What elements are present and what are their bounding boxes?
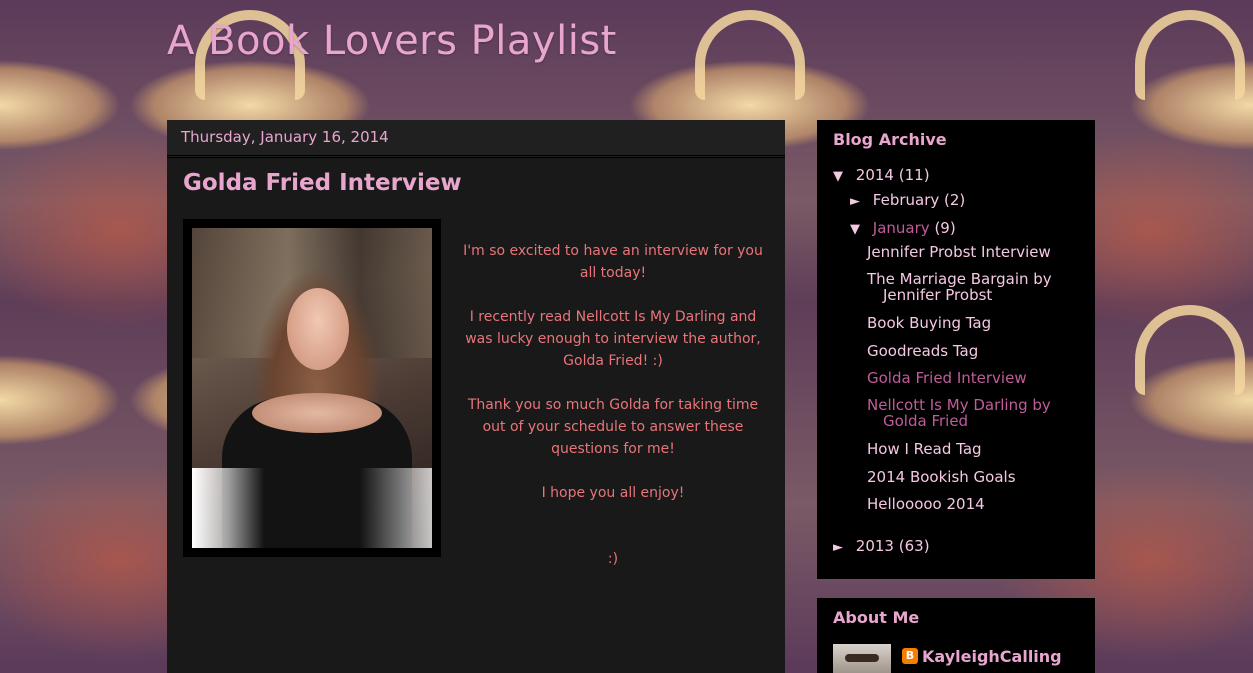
archive-count: (11) — [898, 166, 930, 184]
archive-year-2014[interactable]: ▼ 2014 (11) — [833, 166, 930, 184]
post-paragraph: I'm so excited to have an interview for … — [463, 243, 763, 281]
post-title[interactable]: Golda Fried Interview — [183, 170, 462, 196]
collapse-arrow-icon[interactable]: ▼ — [850, 222, 868, 237]
expand-arrow-icon[interactable]: ► — [850, 194, 868, 209]
archive-post-title[interactable]: Golda Fried Interview — [867, 369, 1027, 387]
post-body: I'm so excited to have an interview for … — [457, 240, 769, 592]
collapse-arrow-icon[interactable]: ▼ — [833, 169, 851, 184]
archive-post-link[interactable]: Nellcott Is My Darling by Golda Fried — [867, 397, 1067, 429]
archive-post-link[interactable]: Hellooooo 2014 — [867, 496, 1067, 512]
post-date: Thursday, January 16, 2014 — [167, 120, 785, 158]
archive-post-link[interactable]: Book Buying Tag — [867, 315, 1067, 331]
archive-month-label[interactable]: January — [873, 219, 930, 237]
archive-month-label[interactable]: February — [873, 191, 939, 209]
archive-year-label[interactable]: 2013 — [856, 537, 894, 555]
post-paragraph: Thank you so much Golda for taking time … — [467, 397, 759, 457]
archive-post-link[interactable]: 2014 Bookish Goals — [867, 469, 1067, 485]
author-photo-frame — [183, 219, 441, 557]
profile-name-link[interactable]: KayleighCalling — [922, 647, 1062, 666]
archive-year-2013[interactable]: ► 2013 (63) — [833, 537, 930, 555]
archive-post-title[interactable]: Book Buying Tag — [867, 314, 991, 332]
archive-post-link-current[interactable]: Golda Fried Interview — [867, 370, 1067, 386]
author-photo[interactable] — [192, 228, 432, 548]
archive-post-title-wrap[interactable]: Jennifer Probst — [867, 287, 1067, 303]
about-me-widget: About Me B KayleighCalling — [817, 598, 1095, 673]
photo-shoulder — [252, 393, 382, 433]
archive-post-title[interactable]: Goodreads Tag — [867, 342, 978, 360]
archive-post-title[interactable]: Hellooooo 2014 — [867, 495, 985, 513]
archive-month-january[interactable]: ▼ January (9) — [850, 219, 956, 237]
archive-post-title-wrap[interactable]: Golda Fried — [867, 413, 1067, 429]
avatar[interactable] — [833, 644, 891, 673]
blog-archive-widget: Blog Archive ▼ 2014 (11) ► February (2) … — [817, 120, 1095, 579]
archive-post-title[interactable]: How I Read Tag — [867, 440, 982, 458]
archive-count: (63) — [898, 537, 930, 555]
post-closing: :) — [607, 551, 619, 567]
archive-month-february[interactable]: ► February (2) — [850, 191, 965, 209]
expand-arrow-icon[interactable]: ► — [833, 540, 851, 555]
archive-count: (2) — [944, 191, 966, 209]
archive-post-title[interactable]: 2014 Bookish Goals — [867, 468, 1016, 486]
archive-count: (9) — [934, 219, 956, 237]
about-me-title: About Me — [833, 608, 920, 627]
post-column: Thursday, January 16, 2014 Golda Fried I… — [167, 120, 785, 673]
archive-post-title[interactable]: Jennifer Probst Interview — [867, 243, 1051, 261]
post-paragraph: I hope you all enjoy! — [541, 485, 685, 501]
archive-year-label[interactable]: 2014 — [856, 166, 894, 184]
photo-face — [287, 288, 349, 370]
profile-row: B KayleighCalling — [833, 644, 1062, 673]
archive-post-link[interactable]: Jennifer Probst Interview — [867, 244, 1067, 260]
blog-archive-title: Blog Archive — [833, 130, 947, 149]
blogger-icon: B — [902, 648, 918, 664]
blog-title[interactable]: A Book Lovers Playlist — [167, 18, 617, 64]
archive-post-link[interactable]: How I Read Tag — [867, 441, 1067, 457]
post-paragraph: I recently read Nellcott Is My Darling a… — [465, 309, 761, 369]
archive-post-link[interactable]: The Marriage Bargain by Jennifer Probst — [867, 271, 1067, 303]
archive-post-link[interactable]: Goodreads Tag — [867, 343, 1067, 359]
photo-light — [192, 468, 432, 548]
